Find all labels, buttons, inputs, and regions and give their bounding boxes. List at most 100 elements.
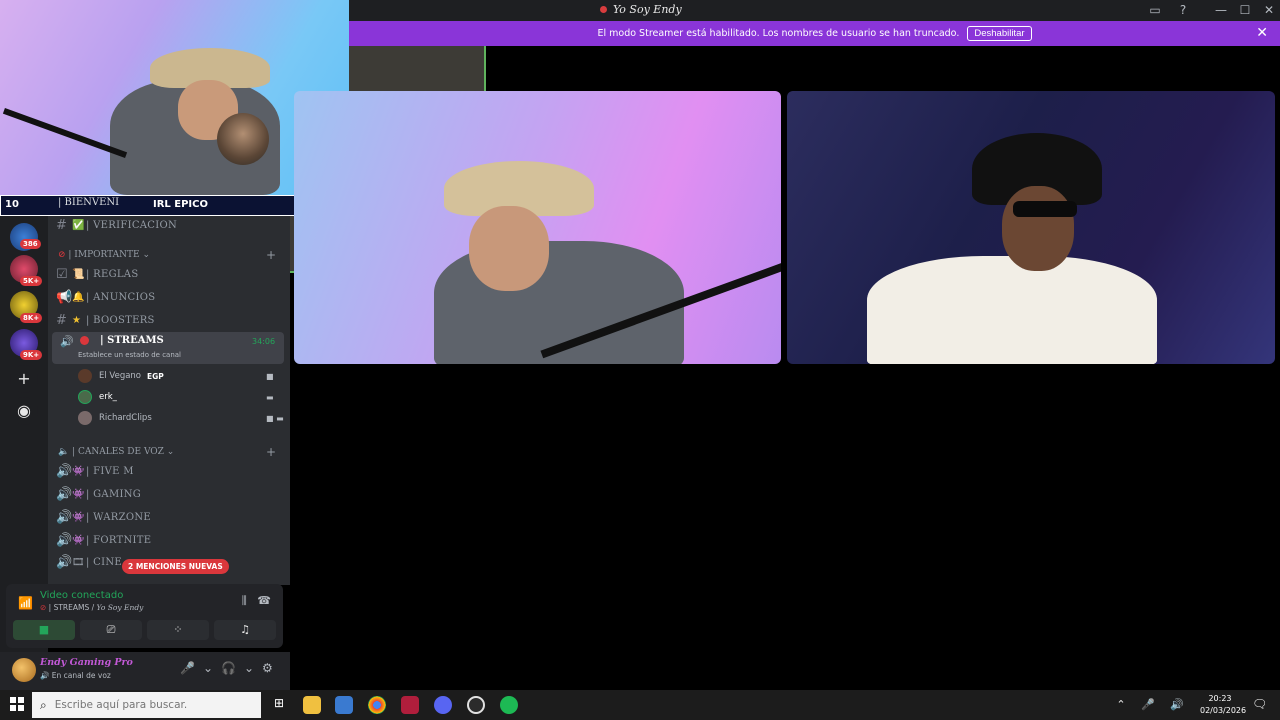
noise-and-disconnect-icons[interactable]: ⫼ ☎	[242, 594, 271, 608]
check-icon: ✅	[72, 219, 85, 231]
category-canales-de-voz[interactable]: 🔈 | CANALES DE VOZ ⌄	[58, 447, 174, 457]
taskbar-clock[interactable]: 20:23 02/03/2026	[1200, 693, 1247, 717]
channel-reglas[interactable]: ☑ 📜 | REGLAS	[56, 264, 282, 284]
category-label: | CANALES DE VOZ	[72, 447, 164, 457]
voice-location[interactable]: ⊘ | STREAMS / Yo Soy Endy	[40, 603, 143, 612]
taskbar-search[interactable]: ⌕	[32, 692, 261, 718]
speaker-icon: 🔊	[56, 463, 73, 479]
alien-icon: 👾	[72, 511, 85, 523]
channel-label: | GAMING	[86, 488, 142, 500]
channel-boosters[interactable]: # ★ | BOOSTERS	[56, 310, 282, 330]
voice-member[interactable]: RichardClips ■ ▬	[78, 409, 284, 427]
speaker-icon: 🔊	[56, 486, 73, 502]
add-channel-icon[interactable]: +	[266, 445, 276, 459]
no-entry-icon	[80, 336, 89, 345]
clock-time: 20:23	[1208, 694, 1232, 703]
inbox-icon[interactable]: ▭	[1146, 2, 1164, 18]
member-tag: EGP	[147, 371, 164, 381]
voice-member[interactable]: El Vegano EGP ■	[78, 367, 274, 385]
close-window-button[interactable]: ✕	[1260, 2, 1278, 18]
channel-fortnite[interactable]: 🔊 👾 | FORTNITE	[56, 530, 282, 550]
server-badge: 5K+	[20, 276, 43, 286]
camera-button[interactable]: ■	[13, 620, 75, 640]
share-screen-button[interactable]: ⎚	[80, 620, 142, 640]
overlay-left-number: 10	[5, 199, 19, 210]
channel-label: | VERIFICACION	[86, 219, 178, 231]
avatar	[78, 369, 92, 383]
streamer-mode-banner: El modo Streamer está habilitado. Los no…	[349, 21, 1280, 46]
search-icon: ⌕	[40, 697, 47, 712]
channel-gaming[interactable]: 🔊 👾 | GAMING	[56, 484, 282, 504]
server-badge: 9K+	[20, 350, 43, 360]
soundboard-button[interactable]: ♫	[214, 620, 276, 640]
rules-icon: ☑	[56, 266, 68, 282]
avatar	[217, 113, 269, 165]
clock-date: 02/03/2026	[1200, 706, 1247, 715]
window-title: Yo Soy Endy	[600, 3, 682, 16]
add-channel-icon[interactable]: +	[266, 248, 276, 262]
new-mentions-pill[interactable]: 2 MENCIONES NUEVAS	[122, 559, 229, 574]
system-tray-icons[interactable]: ⌃ 🎤 🔊	[1116, 698, 1190, 711]
close-icon[interactable]: ✕	[1256, 25, 1268, 41]
megaphone-icon: 📢	[56, 289, 73, 305]
notifications-icon[interactable]: 🗨	[1252, 697, 1267, 711]
voice-member[interactable]: erk_ ▬	[78, 388, 274, 406]
star-icon: ★	[72, 314, 82, 326]
maximize-button[interactable]: ☐	[1236, 2, 1254, 18]
mic-headset-settings-icons[interactable]: 🎤⌄🎧⌄⚙	[180, 661, 281, 675]
chrome-icon[interactable]	[368, 696, 386, 714]
category-importante[interactable]: ⊘ | IMPORTANTE ⌄	[58, 250, 150, 260]
channel-list: # ✅ | VERIFICACION ⊘ | IMPORTANTE ⌄ + ☑ 📜 | …	[48, 215, 290, 585]
spotify-icon[interactable]	[500, 696, 518, 714]
file-explorer-icon[interactable]	[303, 696, 321, 714]
live-icon: ▬	[266, 392, 274, 402]
discover-icon[interactable]: ◉	[10, 397, 38, 425]
server-badge: 8K+	[20, 313, 43, 323]
speaker-icon: 🔊	[60, 335, 74, 348]
app-icon[interactable]	[467, 696, 485, 714]
app-a-icon[interactable]	[401, 696, 419, 714]
overlay-center-text: IRL EPICO	[153, 199, 208, 210]
speaker-icon: 🔈	[58, 447, 73, 457]
camera-live-icons: ■ ▬	[266, 413, 284, 423]
username: Endy Gaming Pro	[40, 657, 133, 668]
member-name: El Vegano	[99, 371, 142, 381]
channel-label: | CINE	[86, 556, 122, 568]
channel-status-text[interactable]: Establece un estado de canal	[78, 351, 181, 359]
minimize-button[interactable]: —	[1212, 2, 1230, 18]
person-silhouette	[867, 256, 1157, 364]
voice-server-name: Yo Soy Endy	[96, 603, 144, 612]
store-icon[interactable]	[335, 696, 353, 714]
signal-icon[interactable]: 📶	[18, 596, 33, 610]
taskbar-search-input[interactable]	[54, 699, 245, 711]
video-tile-stream[interactable]	[294, 91, 781, 364]
video-tile-participant[interactable]	[787, 91, 1275, 364]
server-icon	[600, 6, 607, 13]
avatar	[78, 411, 92, 425]
face-shape	[1002, 186, 1074, 271]
channel-verificacion[interactable]: # ✅ | VERIFICACION	[56, 215, 282, 235]
voice-channel-name: | STREAMS /	[48, 603, 97, 612]
task-view-icon[interactable]: ⊞	[270, 696, 288, 714]
avatar[interactable]	[12, 658, 36, 682]
speaker-icon: 🔊	[56, 554, 73, 570]
alien-icon: 👾	[72, 488, 85, 500]
call-timer: 34:06	[252, 337, 276, 346]
channel-streams-label: | STREAMS	[100, 335, 164, 346]
windows-start-icon[interactable]	[10, 697, 24, 711]
no-entry-icon: ⊘	[40, 603, 49, 612]
channel-bienvenida-partial[interactable]: | BIENVENI	[58, 197, 119, 208]
bell-icon: 🔔	[72, 291, 85, 303]
activities-button[interactable]: ⁘	[147, 620, 209, 640]
banner-text: El modo Streamer está habilitado. Los no…	[597, 28, 960, 39]
disable-streamer-mode-button[interactable]: Deshabilitar	[967, 26, 1032, 41]
add-server-icon[interactable]: +	[10, 365, 38, 393]
channel-five-m[interactable]: 🔊 👾 | FIVE M	[56, 461, 282, 481]
channel-anuncios[interactable]: 📢 🔔 | ANUNCIOS	[56, 287, 282, 307]
channel-label: | WARZONE	[86, 511, 151, 523]
discord-icon[interactable]	[434, 696, 452, 714]
help-icon[interactable]: ?	[1174, 2, 1192, 18]
channel-warzone[interactable]: 🔊 👾 | WARZONE	[56, 507, 282, 527]
sunglasses-shape	[1013, 201, 1077, 217]
user-status: 🔊 En canal de voz	[40, 671, 111, 680]
